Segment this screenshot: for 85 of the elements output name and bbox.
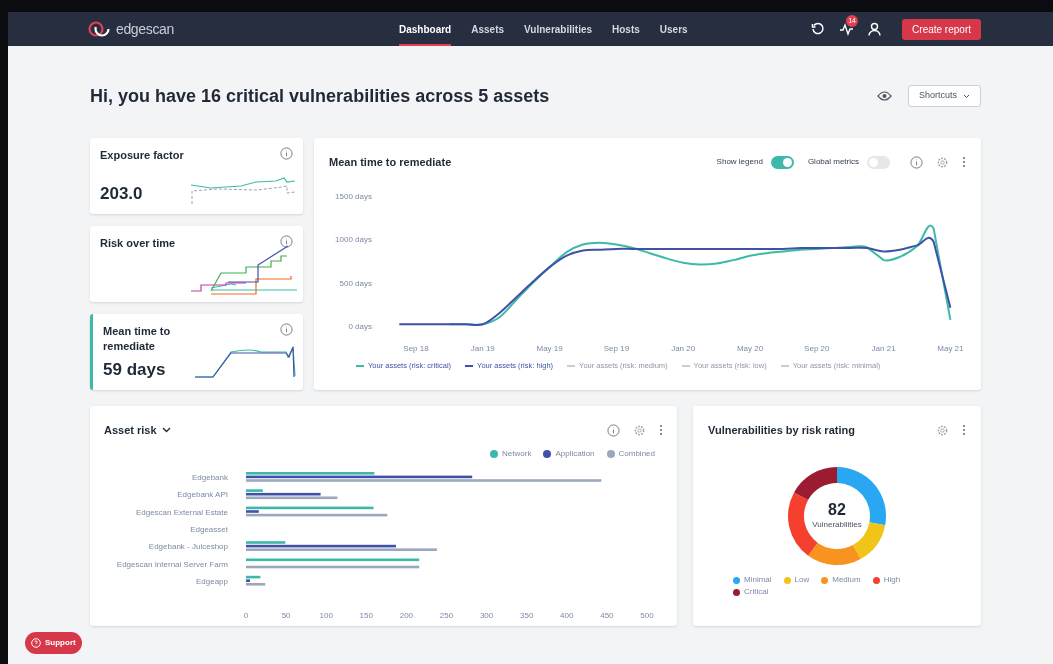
logo-icon: [88, 20, 110, 38]
card-title: Risk over time: [100, 236, 177, 251]
axis-label: Edgebank - Juiceshop: [148, 542, 228, 552]
info-icon[interactable]: [280, 235, 293, 248]
axis-label: 1000 days: [335, 235, 372, 245]
axis-label: Edgebank: [191, 473, 228, 482]
axis-label: Jan 20: [671, 344, 696, 353]
axis-label: 50: [281, 611, 291, 620]
info-icon[interactable]: [607, 423, 620, 437]
legend-item[interactable]: Minimal: [733, 574, 772, 586]
more-icon[interactable]: [962, 156, 966, 168]
total-count: 82: [828, 501, 846, 519]
toggle-switch[interactable]: [770, 155, 794, 169]
axis-label: 0: [243, 611, 249, 620]
create-report-button[interactable]: Create report: [902, 18, 981, 40]
nav-tab[interactable]: Assets: [471, 12, 505, 46]
settings-icon[interactable]: [936, 423, 949, 437]
axis-label: 300: [479, 611, 494, 620]
legend-item[interactable]: Low: [783, 574, 810, 586]
nav-tab[interactable]: Users: [659, 12, 688, 46]
axis-label: 150: [359, 611, 373, 620]
card-title: Exposure factor: [100, 148, 185, 163]
legend-item[interactable]: Critical: [733, 586, 769, 598]
card-title: Vulnerabilities by risk rating: [708, 422, 855, 438]
axis-label: Jan 19: [470, 344, 495, 353]
axis-label: 400: [560, 611, 574, 620]
axis-label: Edgebank API: [177, 490, 228, 500]
toggle-label: Global metrics: [807, 156, 859, 168]
axis-label: 350: [520, 611, 534, 620]
help-icon: [31, 638, 41, 648]
toggle-switch[interactable]: [867, 155, 890, 169]
axis-label: 500: [640, 611, 654, 620]
card-title: Mean time to remediate: [329, 154, 452, 170]
card-value: 203.0: [100, 182, 144, 205]
axis-label: 500 days: [339, 278, 372, 288]
logo-text: edgescan: [116, 19, 174, 39]
nav-tab[interactable]: Dashboard: [399, 12, 452, 46]
info-icon[interactable]: [280, 147, 293, 160]
legend-item[interactable]: Medium: [821, 574, 861, 586]
axis-label: Sep 19: [603, 344, 630, 353]
axis-label: 0 days: [348, 322, 372, 331]
axis-label: May 19: [536, 344, 563, 353]
axis-label: May 20: [736, 344, 764, 353]
more-icon[interactable]: [962, 424, 966, 436]
axis-label: 250: [439, 611, 454, 620]
axis-label: 100: [319, 611, 333, 620]
toggle-label: Show legend: [716, 156, 763, 168]
nav-tab[interactable]: Vulnerabilities: [524, 12, 593, 46]
legend-item[interactable]: High: [872, 574, 901, 586]
eye-icon[interactable]: [876, 91, 892, 101]
info-icon[interactable]: [910, 155, 923, 169]
support-button[interactable]: Support: [25, 632, 82, 654]
card-value: 59 days: [103, 358, 167, 381]
kpi-card[interactable]: Risk over time: [90, 226, 303, 302]
settings-icon[interactable]: [633, 423, 646, 437]
legend-item[interactable]: Combined: [606, 448, 655, 460]
kpi-card[interactable]: Exposure factor 203.0: [90, 138, 303, 214]
more-icon[interactable]: [659, 424, 663, 436]
axis-label: Edgescan External Estate: [135, 507, 228, 517]
refresh-icon[interactable]: [811, 22, 826, 36]
caret-icon: [963, 93, 970, 99]
axis-label: Edgescan Internal Server Farm: [116, 559, 228, 569]
nav-tab[interactable]: Hosts: [612, 12, 640, 46]
card-title[interactable]: Asset risk: [104, 421, 171, 439]
axis-label: 450: [600, 611, 614, 620]
axis-label: Sep 20: [804, 344, 830, 353]
legend-item[interactable]: Network: [490, 448, 532, 460]
card-title: Mean time to remediate: [103, 324, 172, 354]
greeting-heading: Hi, you have 16 critical vulnerabilities across 5 assets: [90, 84, 550, 108]
axis-label: Edgeasset: [190, 524, 228, 534]
kpi-card[interactable]: Mean time to remediate 59 days: [90, 314, 303, 390]
user-icon[interactable]: [868, 22, 882, 36]
axis-label: Edgeapp: [195, 576, 228, 586]
axis-label: May 21: [937, 344, 964, 353]
settings-icon[interactable]: [936, 155, 949, 169]
info-icon[interactable]: [280, 323, 293, 336]
shortcuts-dropdown[interactable]: Shortcuts: [907, 85, 981, 107]
axis-label: 200: [399, 611, 414, 620]
axis-label: 1500 days: [335, 192, 372, 201]
axis-label: Jan 21: [871, 344, 896, 353]
legend-item[interactable]: Application: [543, 448, 595, 460]
total-label: Vulnerabilities: [812, 519, 862, 531]
axis-label: Sep 18: [403, 344, 429, 353]
caret-icon: [161, 427, 171, 433]
activity-icon[interactable]: [839, 22, 855, 36]
